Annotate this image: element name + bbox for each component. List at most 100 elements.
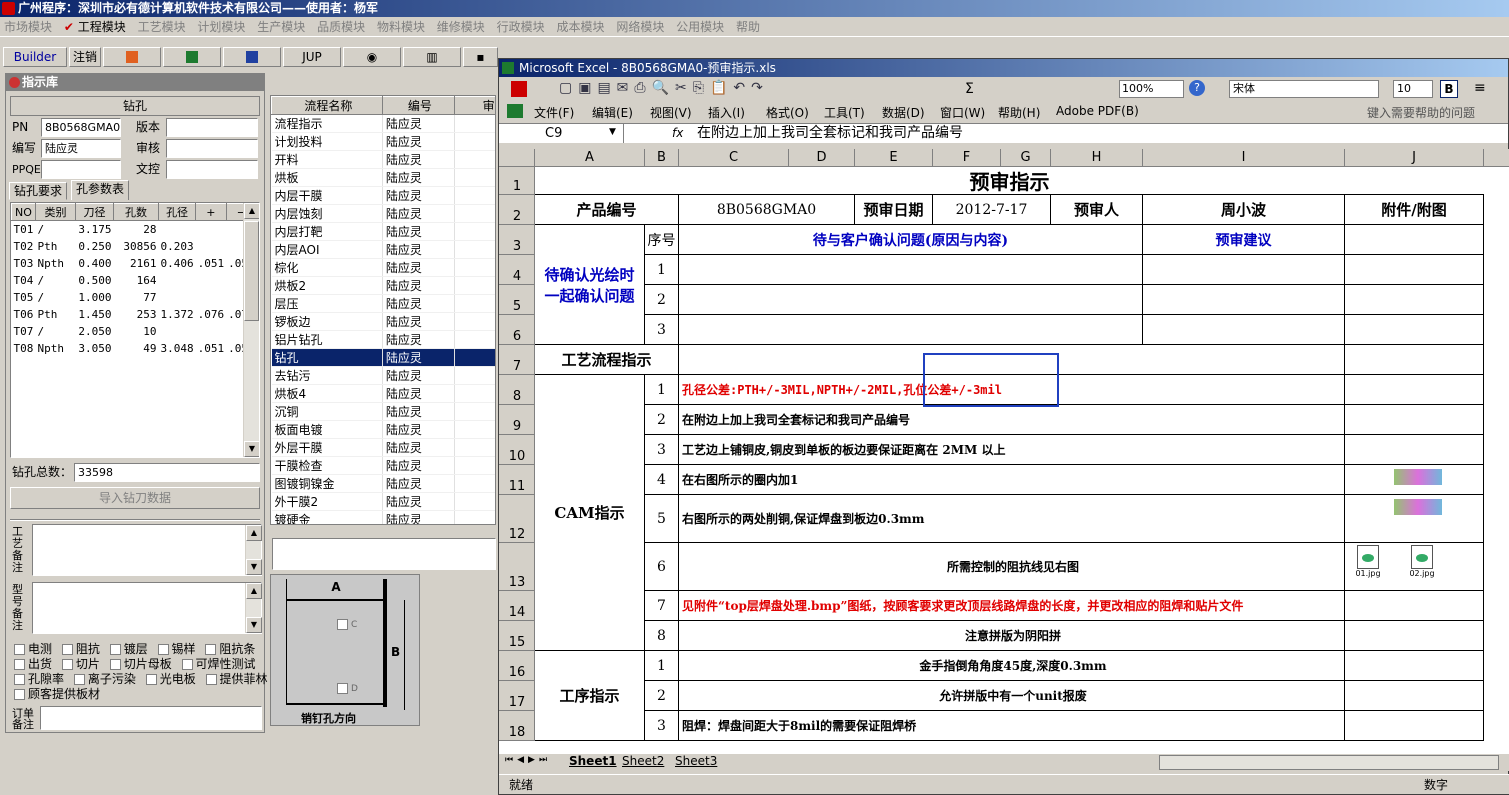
flow-row[interactable]: 层压 陆应灵	[271, 294, 495, 313]
drill-header-cell[interactable]: 类别	[35, 203, 76, 221]
seq-number[interactable]: 2	[645, 285, 679, 315]
row-header[interactable]: 2	[499, 195, 535, 225]
seq-number[interactable]: 1	[645, 255, 679, 285]
attachment-label[interactable]: 附件/附图	[1345, 195, 1484, 225]
sum-icon[interactable]: Σ	[965, 81, 974, 97]
diagram-checkbox-c[interactable]: C	[337, 619, 357, 630]
formula-input[interactable]: 在附边上加上我司全套标记和我司产品编号	[697, 124, 963, 143]
product-value[interactable]: 8B0568GMA0	[679, 195, 855, 225]
excel-menu-file[interactable]: 文件(F)	[534, 104, 574, 121]
cam-number[interactable]: 3	[645, 435, 679, 465]
tab-sheet3[interactable]: Sheet3	[675, 754, 717, 768]
attachment-cell[interactable]	[1345, 375, 1484, 405]
scroll-down-icon[interactable]: ▼	[244, 441, 259, 457]
drill-row[interactable]: T06 Pth 1.450 253 1.372.076.076	[12, 306, 257, 323]
flow-row[interactable]: 流程指示 陆应灵	[271, 114, 495, 133]
row-header[interactable]: 13	[499, 543, 535, 591]
row-header[interactable]: 5	[499, 285, 535, 315]
total-field[interactable]: 33598	[74, 463, 260, 482]
drill-row[interactable]: T07/ 2.050 10	[12, 323, 257, 340]
flow-row[interactable]: 内层打靶 陆应灵	[271, 222, 495, 241]
question-header[interactable]: 待与客户确认问题(原因与内容)	[679, 225, 1143, 255]
help-search-box[interactable]: 键入需要帮助的问题	[1367, 104, 1475, 121]
flow-row[interactable]: 烘板4 陆应灵	[271, 384, 495, 403]
tab-sheet1[interactable]: Sheet1	[569, 754, 617, 768]
cam-number[interactable]: 1	[645, 375, 679, 405]
attachment-cell[interactable]	[1345, 315, 1484, 345]
tab-drill-requirements[interactable]: 钻孔要求	[9, 182, 68, 200]
checkbox-slice-motherboard[interactable]: 切片母板	[109, 657, 172, 671]
excel-menu-insert[interactable]: 插入(I)	[708, 104, 745, 121]
cam-instruction[interactable]: 注意拼版为阴阳拼	[679, 621, 1345, 651]
row-header[interactable]: 16	[499, 651, 535, 681]
menu-process[interactable]: 工艺模块	[134, 17, 190, 37]
flow-row[interactable]: 烘板 陆应灵	[271, 168, 495, 187]
help-icon[interactable]: ?	[1189, 80, 1205, 96]
diagram-checkbox-d[interactable]: D	[337, 683, 358, 694]
procedure-number[interactable]: 1	[645, 651, 679, 681]
menu-material[interactable]: 物料模块	[373, 17, 429, 37]
flow-row[interactable]: 外层干膜 陆应灵	[271, 438, 495, 457]
logout-button[interactable]: 注销	[69, 47, 101, 67]
flow-row[interactable]: 内层AOI 陆应灵	[271, 240, 495, 259]
column-header[interactable]: A	[535, 149, 645, 167]
checkbox-tin-sample[interactable]: 锡样	[157, 642, 196, 656]
pdf-icon[interactable]	[511, 81, 527, 97]
drill-row[interactable]: T03 Npth 0.400 2161 0.406.051.051	[12, 255, 257, 272]
doc-control-field[interactable]	[166, 160, 258, 179]
procedure-instruction[interactable]: 阻焊：焊盘间距大于8mil的需要保证阻焊桥	[679, 711, 1345, 741]
menu-cost[interactable]: 成本模块	[552, 17, 608, 37]
flow-row[interactable]: 图镀铜镍金 陆应灵	[271, 474, 495, 493]
row-header[interactable]: 17	[499, 681, 535, 711]
flow-row[interactable]: 沉铜 陆应灵	[271, 402, 495, 421]
attachment-cell[interactable]	[1345, 435, 1484, 465]
name-box-dropdown-icon[interactable]: ▼	[609, 127, 616, 137]
builder-button[interactable]: Builder	[3, 47, 67, 67]
excel-menu-tools[interactable]: 工具(T)	[824, 104, 865, 121]
drill-header-cell[interactable]: 孔径	[157, 203, 197, 221]
column-header[interactable]: F	[933, 149, 1001, 167]
cam-instruction[interactable]: 工艺边上铺铜皮,铜皮到单板的板边要保证距离在 2MM 以上	[679, 435, 1345, 465]
seq-label[interactable]: 序号	[645, 225, 679, 255]
checkbox-plating[interactable]: 镀层	[109, 642, 148, 656]
excel-menu-view[interactable]: 视图(V)	[650, 104, 692, 121]
flow-row[interactable]: 内层干膜 陆应灵	[271, 186, 495, 205]
drill-header-cell[interactable]: 孔数	[113, 203, 159, 221]
flow-row[interactable]: 锣板边 陆应灵	[271, 312, 495, 331]
menu-market[interactable]: 市场模块	[0, 17, 56, 37]
date-value[interactable]: 2012-7-17	[933, 195, 1051, 225]
thumbnail-image[interactable]	[1394, 469, 1442, 485]
column-header[interactable]: J	[1345, 149, 1484, 167]
excel-menu-adobe[interactable]: Adobe PDF(B)	[1056, 104, 1139, 118]
column-header[interactable]: H	[1051, 149, 1143, 167]
menu-repair[interactable]: 维修模块	[433, 17, 489, 37]
note2-scrollbar[interactable]: ▲ ▼	[245, 583, 262, 633]
menu-plan[interactable]: 计划模块	[193, 17, 249, 37]
cam-instruction[interactable]: 见附件“top层焊盘处理.bmp”图纸，按顾客要求更改顶层线路焊盘的长度，并更改…	[679, 591, 1345, 621]
cam-instruction[interactable]: 所需控制的阻抗线见右图	[679, 543, 1345, 591]
flow-row[interactable]: 外干膜2 陆应灵	[271, 492, 495, 511]
reviewer-value[interactable]: 周小波	[1143, 195, 1345, 225]
sheet-nav-icons[interactable]: ⏮◀▶⏭	[505, 755, 551, 765]
drill-header-cell[interactable]: +	[195, 203, 227, 221]
spreadsheet-grid[interactable]: A B C D E F G H I J 1 2 3 4 5 6 7 8 9 10 11 12 13 14 15 16 17 18 预审指…	[499, 149, 1509, 754]
fx-label[interactable]: fx	[672, 126, 683, 140]
database-icon[interactable]: ▥	[403, 47, 461, 67]
reviewer-label[interactable]: 预审人	[1051, 195, 1143, 225]
horizontal-scrollbar[interactable]	[1159, 755, 1499, 770]
attachment-cell[interactable]	[1345, 345, 1484, 375]
review-field[interactable]	[166, 139, 258, 158]
zoom-select[interactable]: 100%	[1119, 80, 1184, 98]
drill-header-cell[interactable]: NO	[11, 203, 36, 221]
row-header[interactable]: 14	[499, 591, 535, 621]
date-label[interactable]: 预审日期	[855, 195, 933, 225]
attachment-cell[interactable]	[1345, 651, 1484, 681]
menu-quality[interactable]: 品质模块	[313, 17, 369, 37]
tab-hole-params[interactable]: 孔参数表	[71, 180, 130, 200]
toolbar-icons[interactable]: ▢▣▤✉⎙🔍✂⎘📋↶↷	[559, 80, 769, 96]
drill-row[interactable]: T02 Pth 0.250 30856 0.203	[12, 238, 257, 255]
row-header[interactable]: 6	[499, 315, 535, 345]
cam-instruction[interactable]: 在右图所示的圈内加1	[679, 465, 1345, 495]
scroll-up-icon[interactable]: ▲	[244, 203, 259, 219]
menu-network[interactable]: 网络模块	[612, 17, 668, 37]
